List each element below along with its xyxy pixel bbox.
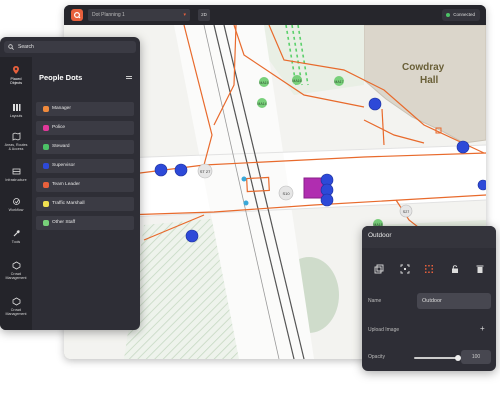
rail-label: Objects bbox=[9, 81, 23, 85]
dot-swatch-icon bbox=[43, 125, 49, 131]
rail-label: & Access bbox=[8, 147, 24, 151]
rail-label: Workflow bbox=[8, 208, 24, 212]
upload-image-button[interactable]: + bbox=[480, 324, 485, 333]
fit-icon[interactable] bbox=[400, 264, 410, 274]
info-marker[interactable] bbox=[243, 200, 249, 206]
crowd-icon bbox=[12, 297, 20, 306]
steward-marker[interactable]: MA15 bbox=[259, 77, 269, 87]
rail-label: Management bbox=[5, 312, 27, 316]
rail-label: Management bbox=[5, 276, 27, 280]
dot-label: Team Leader bbox=[52, 182, 80, 187]
panel-title: People Dots bbox=[39, 73, 83, 82]
search-input[interactable]: Search bbox=[4, 41, 136, 53]
steward-marker[interactable]: MA16 bbox=[292, 75, 302, 85]
staff-marker[interactable]: ST 27 bbox=[197, 163, 213, 179]
info-marker[interactable] bbox=[241, 176, 247, 182]
grid-select-icon[interactable] bbox=[424, 264, 434, 274]
dot-label: Steward bbox=[52, 144, 70, 149]
crowd-icon bbox=[12, 261, 20, 270]
rail-item-placed-objects[interactable]: Placed Objects bbox=[0, 65, 32, 85]
logo-icon bbox=[73, 11, 81, 19]
rail-label: Tools bbox=[11, 240, 21, 244]
people-dot-item-steward[interactable]: Steward bbox=[36, 140, 134, 154]
category-rail: Placed Objects Layouts Areas, Routes & A… bbox=[0, 57, 32, 330]
rail-item-infrastructure[interactable]: Infrastructure bbox=[0, 167, 32, 182]
connection-status-label: Connected bbox=[453, 12, 475, 17]
plan-select-value: Dot Planning 1 bbox=[92, 12, 125, 18]
steward-marker[interactable]: MA14 bbox=[257, 98, 267, 108]
dot-label: Manager bbox=[52, 106, 71, 111]
app-logo[interactable] bbox=[71, 9, 83, 21]
staff-marker[interactable]: S10 bbox=[278, 185, 294, 201]
svg-text:ST 27: ST 27 bbox=[200, 169, 211, 174]
svg-text:MA14: MA14 bbox=[257, 102, 266, 106]
steward-marker[interactable]: MA17 bbox=[334, 76, 344, 86]
upload-image-label: Upload Image bbox=[368, 327, 400, 333]
rail-item-crowd-management[interactable]: Crowd Management bbox=[0, 261, 32, 280]
status-dot-icon bbox=[446, 13, 451, 17]
duplicate-icon[interactable] bbox=[374, 264, 384, 274]
rail-item-crowd-management[interactable]: Crowd Management bbox=[0, 297, 32, 316]
people-dot-item-other-staff[interactable]: Other Staff bbox=[36, 216, 134, 230]
svg-text:MA16: MA16 bbox=[292, 79, 301, 83]
rail-item-layouts[interactable]: Layouts bbox=[0, 103, 32, 118]
plan-select[interactable]: Dot Planning 1 ▾ bbox=[88, 9, 190, 21]
rail-item-tools[interactable]: Tools bbox=[0, 229, 32, 244]
people-dot-item-manager[interactable]: Manager bbox=[36, 102, 134, 116]
dot-label: Police bbox=[52, 125, 66, 130]
building-label: Hall bbox=[420, 75, 439, 86]
dot-label: Supervisor bbox=[52, 163, 75, 168]
building-label: Cowdray bbox=[402, 62, 445, 73]
workflow-icon bbox=[12, 198, 20, 205]
lock-icon[interactable] bbox=[450, 264, 460, 274]
view-mode-button[interactable]: 2D bbox=[198, 9, 210, 21]
svg-text:S27: S27 bbox=[403, 210, 409, 214]
tools-icon bbox=[13, 230, 20, 237]
rail-item-areas-routes[interactable]: Areas, Routes & Access bbox=[0, 132, 32, 151]
dot-swatch-icon bbox=[43, 201, 49, 207]
staff-marker[interactable]: S27 bbox=[399, 204, 413, 218]
svg-text:S10: S10 bbox=[282, 191, 290, 196]
dot-swatch-icon bbox=[43, 163, 49, 169]
dot-label: Traffic Marshall bbox=[52, 201, 85, 206]
opacity-value-field[interactable]: 100 bbox=[461, 350, 491, 364]
dot-swatch-icon bbox=[43, 144, 49, 150]
search-icon bbox=[8, 44, 14, 50]
pin-icon bbox=[13, 66, 19, 74]
collapse-icon[interactable] bbox=[126, 76, 132, 80]
chevron-down-icon: ▾ bbox=[183, 12, 186, 18]
dot-swatch-icon bbox=[43, 220, 49, 226]
dot-swatch-icon bbox=[43, 182, 49, 188]
delete-icon[interactable] bbox=[475, 264, 485, 274]
rail-label: Layouts bbox=[9, 114, 23, 118]
properties-panel: Outdoor Name Upload Image + Opacity 100 bbox=[362, 226, 496, 371]
dot-swatch-icon bbox=[43, 106, 49, 112]
people-dot-item-supervisor[interactable]: Supervisor bbox=[36, 159, 134, 173]
people-dot-item-team-leader[interactable]: Team Leader bbox=[36, 178, 134, 192]
name-field[interactable] bbox=[417, 293, 491, 309]
people-dot-item-traffic-marshall[interactable]: Traffic Marshall bbox=[36, 197, 134, 211]
dot-label: Other Staff bbox=[52, 220, 76, 225]
search-placeholder: Search bbox=[18, 44, 34, 50]
rail-label: Infrastructure bbox=[5, 178, 27, 182]
people-dot-item-police[interactable]: Police bbox=[36, 121, 134, 135]
side-panel: Search Placed Objects Layouts Areas, Rou… bbox=[0, 37, 140, 330]
properties-title: Outdoor bbox=[368, 232, 392, 239]
connection-status: Connected bbox=[442, 9, 480, 21]
opacity-label: Opacity bbox=[368, 354, 385, 360]
routes-icon bbox=[12, 132, 20, 141]
name-label: Name bbox=[368, 298, 382, 304]
svg-text:MA15: MA15 bbox=[259, 81, 268, 85]
infrastructure-icon bbox=[12, 168, 20, 175]
top-bar: Dot Planning 1 ▾ 2D Connected bbox=[64, 5, 486, 25]
svg-text:MA17: MA17 bbox=[334, 80, 343, 84]
layouts-icon bbox=[12, 104, 20, 111]
rail-item-workflow[interactable]: Workflow bbox=[0, 197, 32, 212]
opacity-slider[interactable] bbox=[414, 357, 458, 359]
